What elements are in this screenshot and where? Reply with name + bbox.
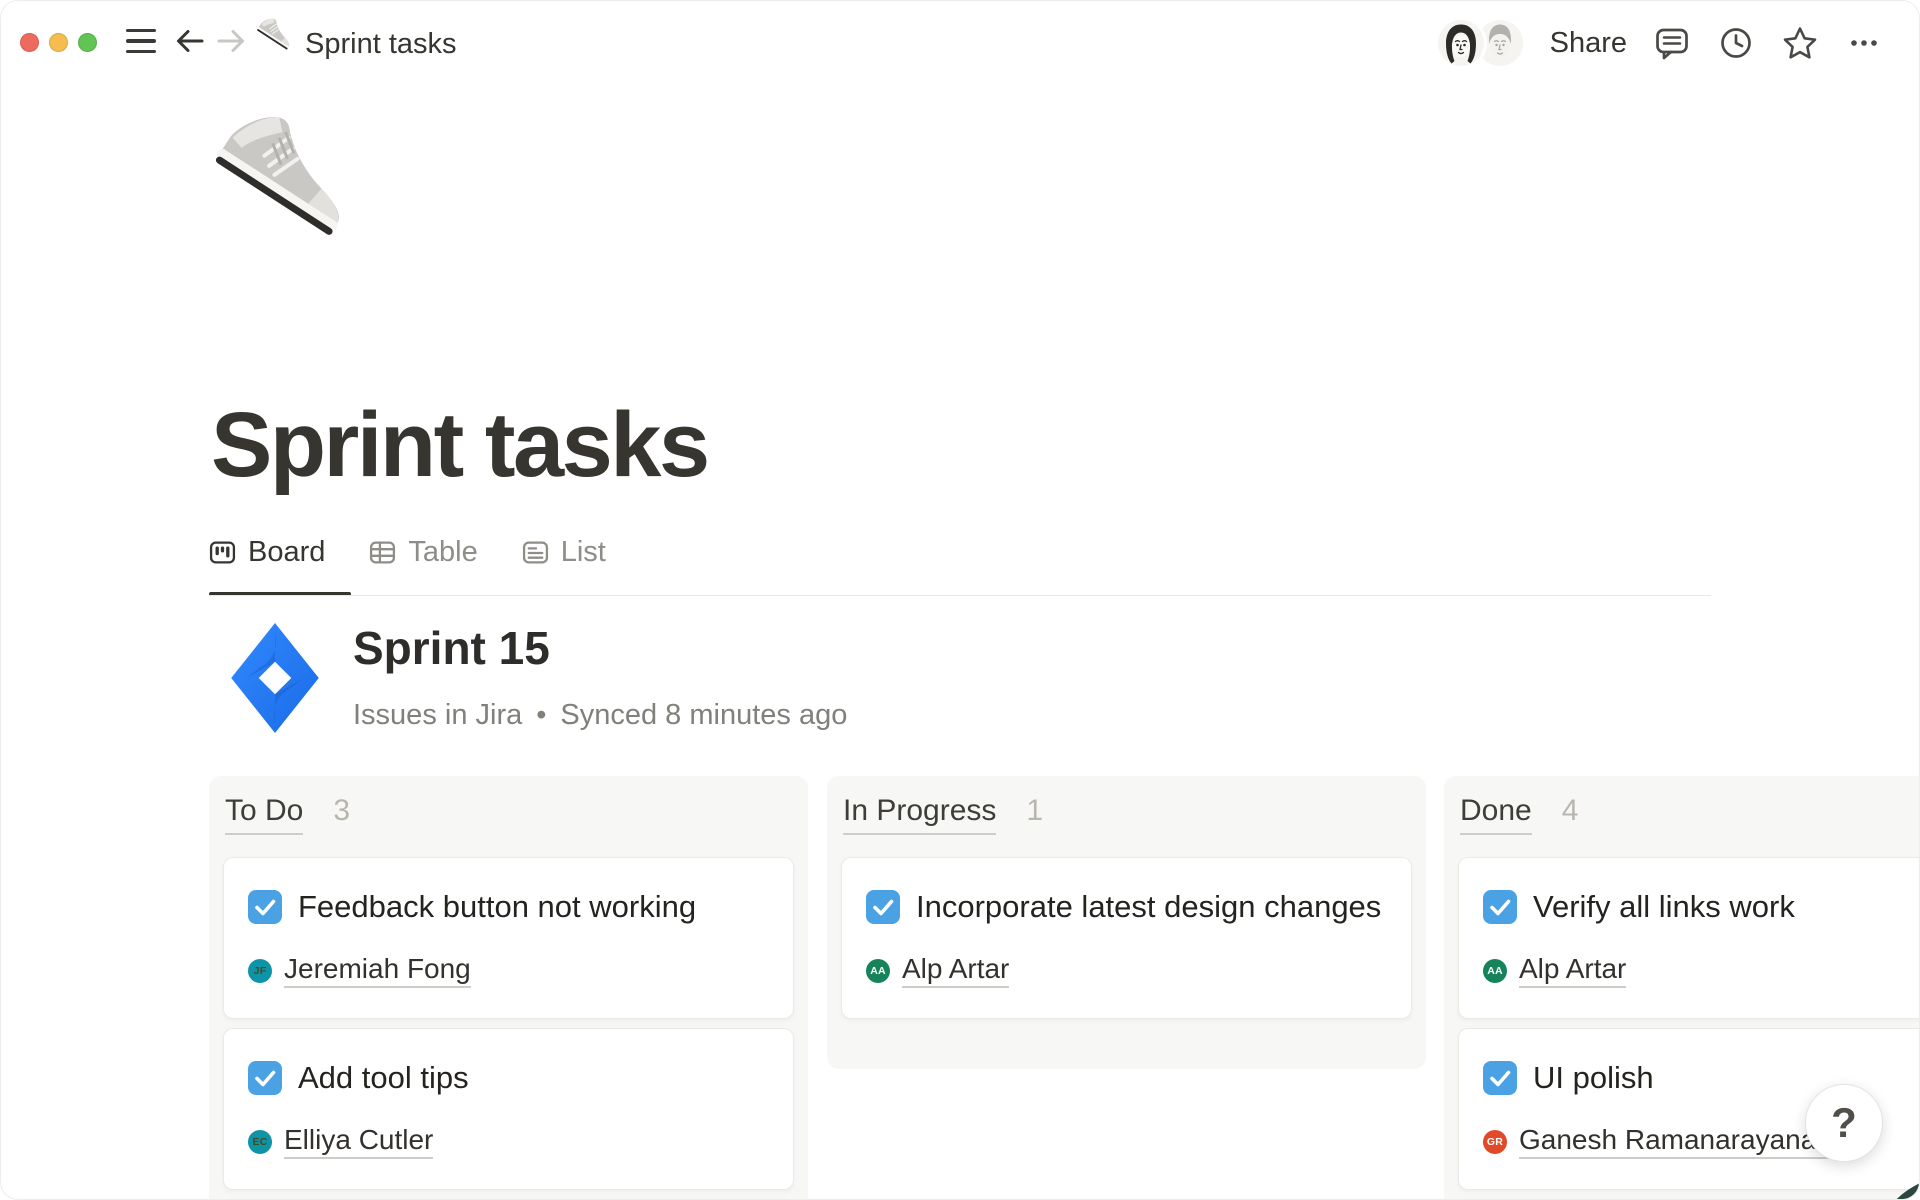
column-name[interactable]: In Progress <box>843 794 996 835</box>
assignee-avatar: JF <box>248 959 272 983</box>
checkbox-icon[interactable] <box>248 890 282 924</box>
checkbox-icon[interactable] <box>1483 1061 1517 1095</box>
topbar: Sprint tasks <box>1 1 1919 85</box>
collaborator-avatar-1[interactable] <box>1438 20 1484 66</box>
tab-list-label: List <box>561 536 606 569</box>
assignee-name: Jeremiah Fong <box>284 953 471 988</box>
card-title: Incorporate latest design changes <box>916 889 1381 924</box>
assignee[interactable]: GR Ganesh Ramanarayanan <box>1483 1124 1832 1159</box>
column-count: 1 <box>1026 794 1043 828</box>
column-count: 3 <box>333 794 350 828</box>
assignee-avatar: AA <box>866 959 890 983</box>
collaborator-avatars <box>1438 18 1524 68</box>
card-title-row: Verify all links work <box>1483 884 1920 929</box>
assignee[interactable]: JF Jeremiah Fong <box>248 953 471 988</box>
assignee[interactable]: AA Alp Artar <box>866 953 1009 988</box>
tab-board-label: Board <box>248 536 325 569</box>
updates-clock-icon[interactable] <box>1717 24 1755 62</box>
tab-table[interactable]: Table <box>369 536 477 569</box>
page-title[interactable]: Sprint tasks <box>211 393 708 498</box>
column-header: In Progress 1 <box>841 794 1412 835</box>
database-subtitle: Issues in Jira • Synced 8 minutes ago <box>353 699 847 732</box>
card-title: Feedback button not working <box>298 889 696 924</box>
window-controls <box>20 33 97 52</box>
jira-logo-icon <box>229 621 321 735</box>
checkbox-icon[interactable] <box>866 890 900 924</box>
database-title[interactable]: Sprint 15 <box>353 621 550 675</box>
card[interactable]: Feedback button not working JF Jeremiah … <box>223 857 794 1019</box>
sidebar-menu-icon[interactable] <box>126 29 156 53</box>
help-button[interactable]: ? <box>1805 1084 1883 1162</box>
card-title: UI polish <box>1533 1060 1654 1095</box>
card-title-row: Incorporate latest design changes <box>866 884 1387 929</box>
assignee[interactable]: AA Alp Artar <box>1483 953 1626 988</box>
board-column-in-progress: In Progress 1 Incorporate latest design … <box>827 776 1426 1069</box>
tab-table-label: Table <box>408 536 477 569</box>
card[interactable]: Verify all links work AA Alp Artar <box>1458 857 1920 1019</box>
assignee-avatar: AA <box>1483 959 1507 983</box>
board-column-todo: To Do 3 Feedback button not working JF J… <box>209 776 808 1200</box>
sneaker-icon <box>257 19 297 63</box>
column-header: Done 4 <box>1458 794 1920 835</box>
assignee[interactable]: EC Elliya Cutler <box>248 1124 433 1159</box>
assignee-avatar: GR <box>1483 1130 1507 1154</box>
back-arrow-icon[interactable] <box>172 23 208 59</box>
zoom-window-icon[interactable] <box>78 33 97 52</box>
sync-status: Synced 8 minutes ago <box>560 699 847 732</box>
card-title: Verify all links work <box>1533 889 1795 924</box>
board-view-icon <box>209 539 236 566</box>
column-name[interactable]: Done <box>1460 794 1532 835</box>
assignee-name: Ganesh Ramanarayanan <box>1519 1124 1832 1159</box>
tab-list[interactable]: List <box>522 536 606 569</box>
share-button[interactable]: Share <box>1550 27 1627 60</box>
column-count: 4 <box>1562 794 1579 828</box>
page-icon-sneaker[interactable] <box>217 119 367 279</box>
breadcrumb[interactable]: Sprint tasks <box>305 28 457 61</box>
assignee-name: Elliya Cutler <box>284 1124 433 1159</box>
card-title: Add tool tips <box>298 1060 469 1095</box>
tab-board[interactable]: Board <box>209 536 325 569</box>
assignee-name: Alp Artar <box>902 953 1009 988</box>
database-source-link[interactable]: Issues in Jira <box>353 699 522 732</box>
table-view-icon <box>369 539 396 566</box>
checkbox-icon[interactable] <box>248 1061 282 1095</box>
notion-window: Sprint tasks <box>0 0 1920 1200</box>
assignee-avatar: EC <box>248 1130 272 1154</box>
comments-icon[interactable] <box>1653 24 1691 62</box>
view-tabs: Board Table List <box>209 529 606 575</box>
checkbox-icon[interactable] <box>1483 890 1517 924</box>
more-options-icon[interactable] <box>1845 24 1883 62</box>
card[interactable]: Add tool tips EC Elliya Cutler <box>223 1028 794 1190</box>
minimize-window-icon[interactable] <box>49 33 68 52</box>
list-view-icon <box>522 539 549 566</box>
card-title-row: Add tool tips <box>248 1055 769 1100</box>
assignee-name: Alp Artar <box>1519 953 1626 988</box>
subtitle-separator: • <box>536 699 546 732</box>
card[interactable]: Incorporate latest design changes AA Alp… <box>841 857 1412 1019</box>
favorite-star-icon[interactable] <box>1781 24 1819 62</box>
close-window-icon[interactable] <box>20 33 39 52</box>
card-title-row: Feedback button not working <box>248 884 769 929</box>
column-name[interactable]: To Do <box>225 794 303 835</box>
tabs-divider <box>209 595 1711 597</box>
column-header: To Do 3 <box>223 794 794 835</box>
forward-arrow-icon[interactable] <box>213 23 249 59</box>
